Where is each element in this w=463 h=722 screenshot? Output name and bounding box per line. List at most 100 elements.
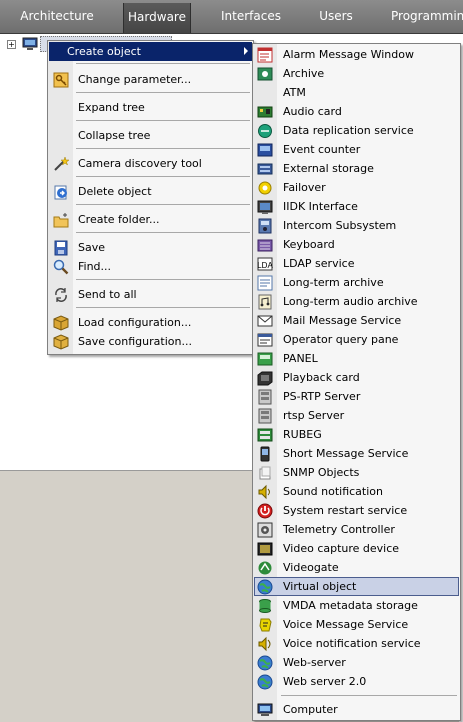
database-icon	[259, 599, 271, 613]
submenu-item-failover[interactable]: Failover	[254, 178, 459, 197]
globe-icon	[257, 674, 273, 690]
tree-expander[interactable]: +	[7, 40, 16, 49]
menu-item-label: Expand tree	[78, 101, 145, 114]
submenu-item-label: External storage	[283, 162, 374, 175]
submenu-item-sound-notification[interactable]: Sound notification	[254, 482, 459, 501]
new-folder-icon	[53, 213, 69, 228]
menu-item-label: Load configuration...	[78, 316, 192, 329]
submenu-item-videogate[interactable]: Videogate	[254, 558, 459, 577]
submenu-item-atm[interactable]: ATM	[254, 83, 459, 102]
submenu-item-ldap-service[interactable]: LDA LDAP service	[254, 254, 459, 273]
menu-separator	[76, 176, 250, 177]
submenu-item-ps-rtp-server[interactable]: PS-RTP Server	[254, 387, 459, 406]
submenu-item-label: PANEL	[283, 352, 318, 365]
refresh-icon	[55, 288, 67, 302]
audio-card-icon	[257, 106, 273, 118]
submenu-item-label: Data replication service	[283, 124, 414, 137]
load-config-icon	[53, 315, 69, 331]
submenu-item-voice-message-service[interactable]: Voice Message Service	[254, 615, 459, 634]
sms-icon	[260, 446, 270, 462]
submenu-item-alarm-message-window[interactable]: Alarm Message Window	[254, 45, 459, 64]
alarm-window-icon	[257, 47, 273, 63]
submenu-item-external-storage[interactable]: External storage	[254, 159, 459, 178]
failover-icon	[258, 181, 272, 195]
submenu-item-playback-card[interactable]: Playback card	[254, 368, 459, 387]
menu-item-create-folder[interactable]: Create folder...	[49, 210, 252, 229]
long-term-archive-icon	[257, 275, 273, 291]
submenu-item-long-term-audio-archive[interactable]: Long-term audio archive	[254, 292, 459, 311]
menu-item-label: Save	[78, 241, 106, 254]
tab-interfaces[interactable]: Interfaces	[218, 0, 284, 32]
submenu-item-snmp-objects[interactable]: SNMP Objects	[254, 463, 459, 482]
menu-item-load-configuration[interactable]: Load configuration...	[49, 313, 252, 332]
submenu-item-label: SNMP Objects	[283, 466, 360, 479]
submenu-item-data-replication-service[interactable]: Data replication service	[254, 121, 459, 140]
submenu-item-label: Virtual object	[283, 580, 357, 593]
submenu-item-telemetry-controller[interactable]: Telemetry Controller	[254, 520, 459, 539]
submenu-item-virtual-object[interactable]: Virtual object	[254, 577, 459, 596]
submenu-item-event-counter[interactable]: Event counter	[254, 140, 459, 159]
submenu-item-operator-query-pane[interactable]: Operator query pane	[254, 330, 459, 349]
tab-architecture[interactable]: Architecture	[14, 0, 100, 32]
menu-item-save[interactable]: Save	[49, 238, 252, 257]
submenu-item-system-restart-service[interactable]: System restart service	[254, 501, 459, 520]
submenu-item-label: Alarm Message Window	[283, 48, 414, 61]
submenu-item-rtsp-server[interactable]: rtsp Server	[254, 406, 459, 425]
submenu-item-voice-notification-service[interactable]: Voice notification service	[254, 634, 459, 653]
submenu-item-mail-message-service[interactable]: Mail Message Service	[254, 311, 459, 330]
submenu-item-short-message-service[interactable]: Short Message Service	[254, 444, 459, 463]
submenu-item-label: PS-RTP Server	[283, 390, 361, 403]
submenu-item-rubeg[interactable]: RUBEG	[254, 425, 459, 444]
submenu-item-label: Event counter	[283, 143, 361, 156]
submenu-item-audio-card[interactable]: Audio card	[254, 102, 459, 121]
tab-hardware[interactable]: Hardware	[123, 3, 191, 33]
svg-text:LDA: LDA	[257, 261, 273, 270]
submenu-item-web-server[interactable]: Web-server	[254, 653, 459, 672]
submenu-item-label: Voice notification service	[283, 637, 421, 650]
submenu-item-archive[interactable]: Archive	[254, 64, 459, 83]
menu-item-find[interactable]: Find...	[49, 257, 252, 276]
menu-item-collapse-tree[interactable]: Collapse tree	[49, 126, 252, 145]
submenu-item-panel[interactable]: PANEL	[254, 349, 459, 368]
menu-item-send-to-all[interactable]: Send to all	[49, 285, 252, 304]
menu-separator	[76, 279, 250, 280]
menu-item-label: Find...	[78, 260, 112, 273]
menu-item-expand-tree[interactable]: Expand tree	[49, 98, 252, 117]
submenu-item-intercom-subsystem[interactable]: Intercom Subsystem	[254, 216, 459, 235]
submenu-item-iidk-interface[interactable]: IIDK Interface	[254, 197, 459, 216]
query-pane-icon	[257, 333, 273, 347]
submenu-item-computer[interactable]: Computer	[254, 700, 459, 719]
voice-message-icon	[259, 618, 272, 632]
menu-item-delete-object[interactable]: Delete object	[49, 182, 252, 201]
menu-item-save-configuration[interactable]: Save configuration...	[49, 332, 252, 351]
menu-item-label: Collapse tree	[78, 129, 151, 142]
submenu-item-keyboard[interactable]: Keyboard	[254, 235, 459, 254]
submenu-item-label: LDAP service	[283, 257, 355, 270]
replication-icon	[258, 124, 272, 138]
menu-item-label: Save configuration...	[78, 335, 192, 348]
submenu-item-web-server-2-0[interactable]: Web server 2.0	[254, 672, 459, 691]
menu-separator	[76, 232, 250, 233]
tab-bar: Architecture Hardware Interfaces Users P…	[0, 0, 463, 34]
submenu-item-label: Sound notification	[283, 485, 383, 498]
submenu-item-label: Videogate	[283, 561, 339, 574]
submenu-item-video-capture-device[interactable]: Video capture device	[254, 539, 459, 558]
computer-icon	[257, 703, 273, 716]
menu-item-create-object[interactable]: Create object	[49, 42, 252, 61]
context-menu: Create object Change parameter... Expand…	[47, 40, 254, 355]
submenu-item-label: Failover	[283, 181, 326, 194]
playback-card-icon	[257, 371, 273, 386]
computer-icon	[22, 37, 38, 50]
submenu-item-vmda-metadata-storage[interactable]: VMDA metadata storage	[254, 596, 459, 615]
submenu-item-label: Long-term audio archive	[283, 295, 418, 308]
menu-item-camera-discovery[interactable]: Camera discovery tool	[49, 154, 252, 173]
delete-icon	[54, 185, 67, 200]
menu-item-label: Send to all	[78, 288, 137, 301]
mail-icon	[257, 315, 273, 327]
submenu-item-label: rtsp Server	[283, 409, 345, 422]
submenu-item-label: Video capture device	[283, 542, 400, 555]
menu-item-change-parameter[interactable]: Change parameter...	[49, 70, 252, 89]
tab-programming[interactable]: Programming	[391, 0, 463, 32]
tab-users[interactable]: Users	[311, 0, 361, 32]
submenu-item-long-term-archive[interactable]: Long-term archive	[254, 273, 459, 292]
